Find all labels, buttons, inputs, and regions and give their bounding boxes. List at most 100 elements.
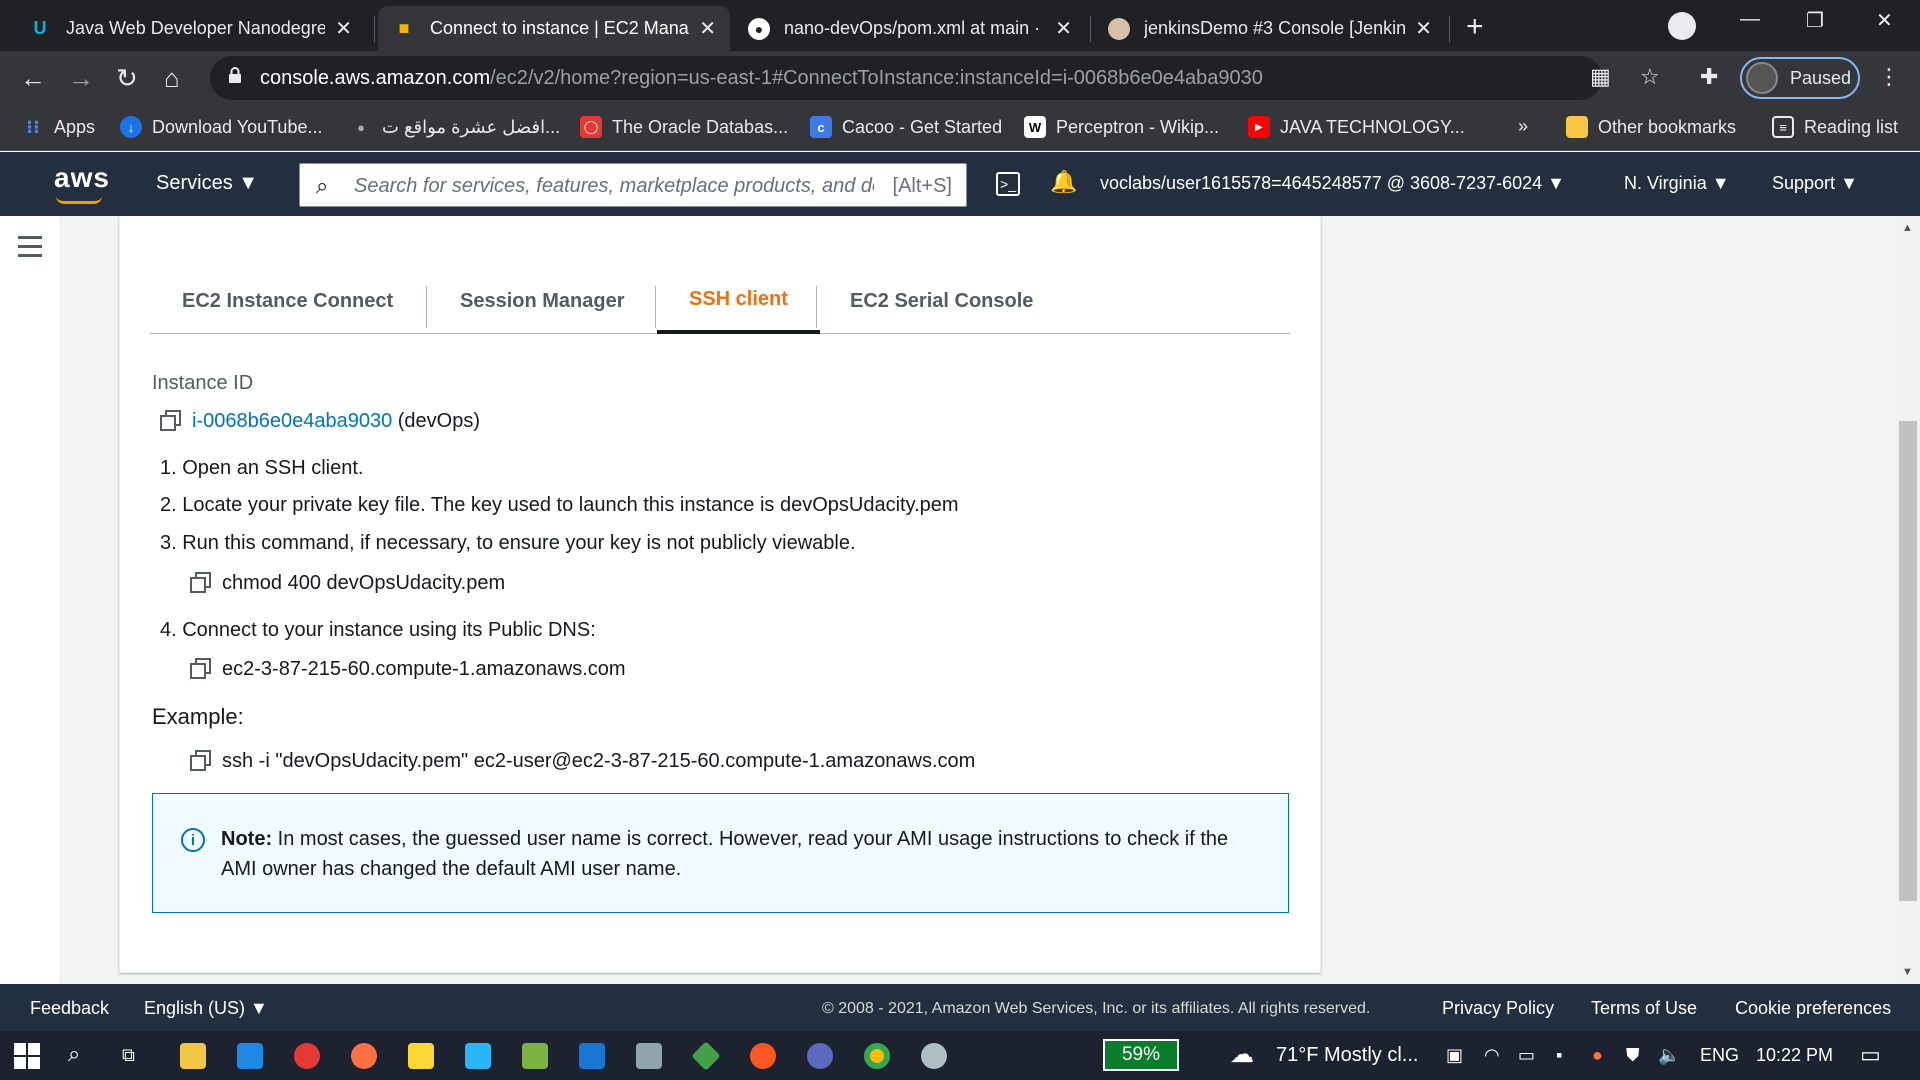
windows-start-icon[interactable] (14, 1043, 40, 1069)
bookmark-item[interactable]: ● افضل عشرة مواقع ت... (350, 116, 560, 138)
search-icon[interactable]: ⌕ (68, 1041, 80, 1067)
app-icon[interactable] (636, 1043, 662, 1069)
reload-icon[interactable]: ↻ (116, 63, 138, 94)
more-bookmarks-icon[interactable]: » (1518, 116, 1528, 137)
battery-meter[interactable]: 59% (1103, 1039, 1179, 1071)
bookmark-item[interactable]: c Cacoo - Get Started (810, 116, 1002, 138)
bookmark-item[interactable]: ▶ JAVA TECHNOLOGY... (1248, 116, 1465, 138)
git-icon[interactable] (691, 1041, 721, 1071)
meet-now-icon[interactable]: ▣ (1446, 1045, 1463, 1066)
battery-icon[interactable]: ▭ (1518, 1045, 1535, 1066)
tab-session-manager[interactable]: Session Manager (428, 268, 657, 334)
app-icon[interactable] (921, 1043, 947, 1069)
wifi-icon[interactable]: ◠ (1484, 1045, 1500, 1066)
chmod-command: chmod 400 devOpsUdacity.pem (222, 572, 506, 594)
connect-method-tabs: EC2 Instance Connect Session Manager SSH… (150, 268, 1290, 334)
note-text: Note: In most cases, the guessed user na… (221, 828, 1229, 880)
copy-icon[interactable] (190, 658, 211, 679)
other-bookmarks[interactable]: Other bookmarks (1566, 116, 1736, 138)
tab-ssh-client[interactable]: SSH client (657, 268, 820, 334)
scroll-down-icon[interactable]: ▼ (1902, 966, 1913, 978)
extensions-icon[interactable]: ✚ (1700, 64, 1718, 90)
region-menu[interactable]: N. Virginia ▼ (1624, 173, 1730, 194)
window-close-icon[interactable]: ✕ (1876, 8, 1893, 33)
address-bar[interactable]: console.aws.amazon.com/ec2/v2/home?regio… (210, 56, 1602, 100)
scrollbar-thumb[interactable] (1899, 421, 1917, 901)
bookmark-item[interactable]: W Perceptron - Wikip... (1024, 116, 1219, 138)
close-icon[interactable]: ✕ (1415, 16, 1432, 41)
notifications-bell-icon[interactable]: 🔔 (1050, 169, 1077, 195)
close-icon[interactable]: ✕ (699, 16, 716, 41)
app-l-icon[interactable] (237, 1043, 263, 1069)
chrome-icon[interactable] (864, 1043, 890, 1069)
home-icon[interactable]: ⌂ (164, 63, 180, 94)
security-shield-icon[interactable]: ⛊ (1626, 1045, 1640, 1066)
bookmark-item[interactable]: ◯ The Oracle Databas... (580, 116, 788, 138)
instance-id-row: i-0068b6e0e4aba9030 (devOps) (160, 410, 480, 433)
aws-logo-smile (56, 196, 102, 204)
tab-search-icon[interactable] (1668, 12, 1696, 40)
bookmark-star-icon[interactable]: ☆ (1640, 64, 1660, 90)
new-tab-icon[interactable]: + (1466, 10, 1484, 44)
close-icon[interactable]: ✕ (335, 16, 352, 41)
forward-icon[interactable]: → (68, 63, 94, 94)
tab-ec2-serial-console[interactable]: EC2 Serial Console (818, 268, 1065, 334)
instance-id-label: Instance ID (152, 372, 254, 394)
language-indicator[interactable]: ENG (1700, 1045, 1739, 1066)
browser-tab[interactable]: jenkinsDemo #3 Console [Jenkins] ✕ (1094, 6, 1446, 51)
minimize-icon[interactable]: — (1740, 8, 1760, 31)
scroll-up-icon[interactable]: ▲ (1902, 222, 1913, 234)
copy-icon[interactable] (190, 572, 211, 593)
cloudshell-icon[interactable]: >_ (996, 172, 1020, 196)
volume-icon[interactable]: 🔈 (1658, 1045, 1680, 1066)
copy-icon[interactable] (190, 750, 211, 771)
terms-of-use-link[interactable]: Terms of Use (1591, 998, 1697, 1019)
browser-tab[interactable]: U Java Web Developer Nanodegree ✕ (14, 6, 366, 51)
language-selector[interactable]: English (US) ▼ (144, 998, 268, 1019)
restore-icon[interactable]: ❐ (1806, 8, 1824, 33)
reading-list[interactable]: ≡ Reading list (1772, 116, 1898, 138)
browser-tab-active[interactable]: ■ Connect to instance | EC2 Management ✕ (378, 6, 730, 51)
notepad-icon[interactable] (522, 1043, 548, 1069)
postman-icon[interactable] (750, 1043, 776, 1069)
tray-icon[interactable]: ● (1592, 1045, 1603, 1066)
profile-button[interactable]: Paused (1740, 57, 1860, 99)
sticky-notes-icon[interactable] (408, 1043, 434, 1069)
qr-code-icon[interactable]: ▦ (1590, 64, 1611, 90)
tab-separator (374, 16, 375, 42)
page-scrollbar[interactable]: ▲ ▼ (1896, 216, 1920, 984)
browser-tab[interactable]: ● nano-devOps/pom.xml at main · ✕ (734, 6, 1086, 51)
calendar-icon[interactable] (579, 1043, 605, 1069)
app-icon[interactable] (807, 1043, 833, 1069)
caret-down-icon: ▼ (238, 172, 259, 194)
app-tray-icon[interactable]: ▪ (1556, 1045, 1562, 1066)
privacy-policy-link[interactable]: Privacy Policy (1442, 998, 1554, 1019)
cookie-preferences-link[interactable]: Cookie preferences (1735, 998, 1891, 1019)
avatar (1746, 62, 1778, 94)
copy-icon[interactable] (160, 410, 181, 431)
support-menu[interactable]: Support ▼ (1772, 173, 1858, 194)
app-icon[interactable] (294, 1043, 320, 1069)
file-explorer-icon[interactable] (180, 1043, 206, 1069)
bookmark-apps[interactable]: ⁝⁝ Apps (22, 116, 95, 138)
caret-down-icon: ▼ (1547, 173, 1565, 193)
instance-id-link[interactable]: i-0068b6e0e4aba9030 (192, 410, 392, 432)
close-icon[interactable]: ✕ (1055, 16, 1072, 41)
menu-kebab-icon[interactable]: ⋮ (1878, 64, 1900, 90)
aws-logo[interactable]: aws (54, 162, 110, 194)
app-icon[interactable] (465, 1043, 491, 1069)
services-menu[interactable]: Services ▼ (156, 172, 258, 195)
feedback-link[interactable]: Feedback (30, 998, 109, 1019)
aws-search-input[interactable]: ⌕ Search for services, features, marketp… (299, 163, 967, 207)
hamburger-menu-icon[interactable] (18, 236, 42, 263)
bookmark-item[interactable]: ↓ Download YouTube... (120, 116, 322, 138)
tab-ec2-instance-connect[interactable]: EC2 Instance Connect (150, 268, 425, 334)
notification-center-icon[interactable]: ▭ (1860, 1042, 1881, 1068)
task-view-icon[interactable]: ⧉ (122, 1045, 135, 1066)
firefox-icon[interactable] (351, 1043, 377, 1069)
weather-text[interactable]: 71°F Mostly cl... (1276, 1044, 1418, 1067)
clock[interactable]: 10:22 PM (1756, 1045, 1833, 1066)
back-icon[interactable]: ← (20, 63, 46, 94)
download-icon: ↓ (120, 116, 142, 138)
account-menu[interactable]: voclabs/user1615578=4645248577 @ 3608-72… (1100, 173, 1565, 194)
